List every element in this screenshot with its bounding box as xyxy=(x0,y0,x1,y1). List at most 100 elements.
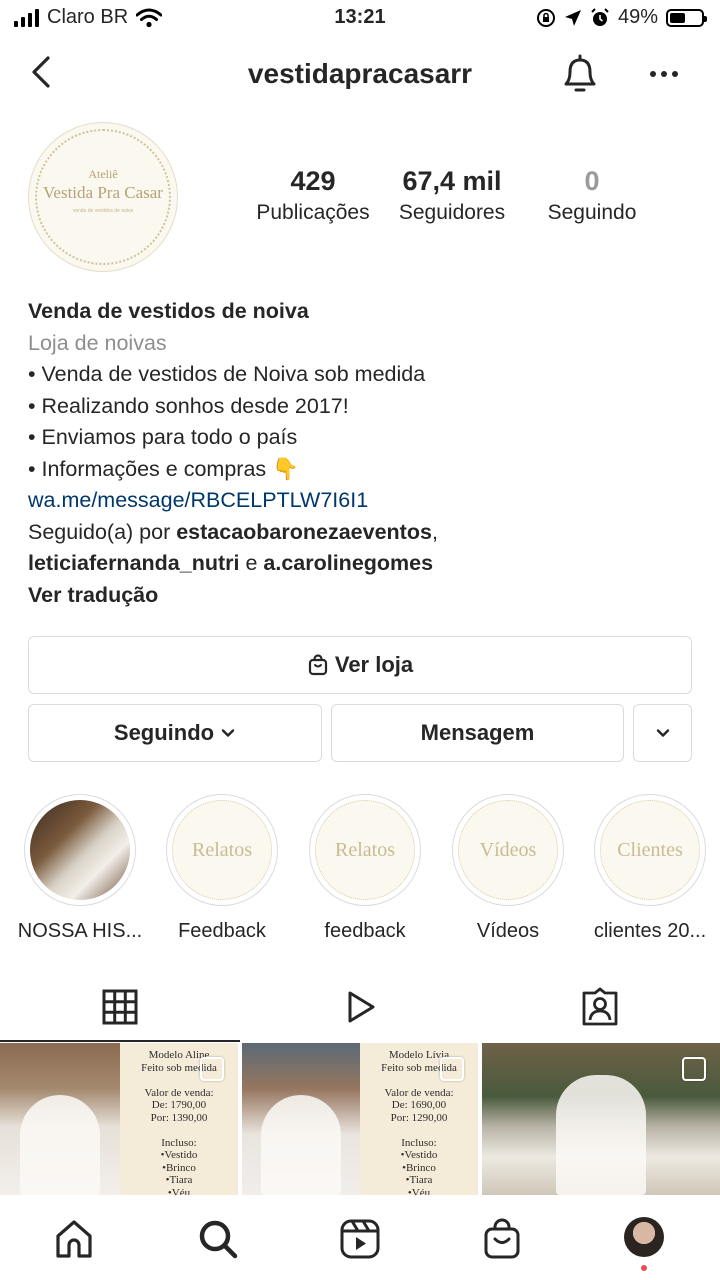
shopping-bag-icon xyxy=(484,1218,520,1259)
more-options-icon[interactable] xyxy=(644,54,684,94)
profile-avatar[interactable]: Ateliê Vestida Pra Casar venda de vestid… xyxy=(28,122,178,272)
carousel-icon xyxy=(682,1057,706,1081)
message-button[interactable]: Mensagem xyxy=(331,704,624,762)
nav-home[interactable] xyxy=(50,1215,98,1263)
highlight-cover-text: Clientes xyxy=(600,800,700,900)
stat-followers-value: 67,4 mil xyxy=(402,166,502,196)
bio-category: Loja de noivas xyxy=(28,330,167,355)
bio-name: Venda de vestidos de noiva xyxy=(28,299,309,323)
stat-following-label: Seguindo xyxy=(547,201,637,224)
reels-icon xyxy=(340,1219,380,1259)
play-icon xyxy=(348,991,375,1023)
profile-bio: Venda de vestidos de noiva Loja de noiva… xyxy=(28,296,698,611)
dress-photo xyxy=(20,1095,100,1195)
highlight-item[interactable]: Relatos Feedback xyxy=(152,794,292,943)
story-highlights: NOSSA HIS... Relatos Feedback Relatos fe… xyxy=(0,794,720,944)
carousel-icon xyxy=(200,1057,224,1081)
notification-bell-icon[interactable] xyxy=(558,50,602,98)
bio-line: • Enviamos para todo o país xyxy=(28,425,298,449)
battery-icon xyxy=(666,8,707,27)
posts-grid: Modelo Aline Feito sob medida Valor de v… xyxy=(0,1043,720,1195)
dress-photo xyxy=(556,1075,646,1195)
following-button[interactable]: Seguindo xyxy=(28,704,322,762)
tab-tagged[interactable] xyxy=(480,972,720,1042)
bio-line: • Informações e compras 👇 xyxy=(28,456,299,481)
highlight-label: Vídeos xyxy=(476,920,540,942)
bio-link[interactable]: wa.me/message/RBCELPTLW7I6I1 xyxy=(28,485,698,517)
stat-following[interactable]: 0 Seguindo xyxy=(528,166,656,225)
search-icon xyxy=(199,1220,238,1259)
post-thumbnail[interactable] xyxy=(0,1043,120,1195)
stat-posts-label: Publicações xyxy=(256,201,370,224)
post-thumbnail[interactable] xyxy=(242,1043,360,1195)
highlight-item[interactable]: Relatos feedback xyxy=(295,794,435,943)
home-icon xyxy=(56,1220,92,1258)
battery-percent: 49% xyxy=(617,6,658,28)
battery-fill xyxy=(670,12,685,23)
highlight-label: Feedback xyxy=(178,920,266,942)
avatar-sub-text: venda de vestidos de noiva xyxy=(72,208,134,214)
nav-search[interactable] xyxy=(194,1215,242,1263)
post-thumbnail[interactable] xyxy=(482,1043,720,1195)
followed-by-line: Seguido(a) por estacaobaronezaeventos, xyxy=(28,517,698,549)
highlight-cover: Relatos xyxy=(166,794,278,906)
post-thumbnail[interactable]: Modelo Lívia Feito sob medida Valor de v… xyxy=(360,1043,478,1195)
profile-username: vestidapracasarr xyxy=(247,58,473,89)
profile-tabs xyxy=(0,972,720,1042)
highlight-item[interactable]: NOSSA HIS... xyxy=(10,794,150,943)
nav-reels[interactable] xyxy=(336,1215,384,1263)
tagged-user-icon xyxy=(582,987,618,1026)
stat-following-value: 0 xyxy=(584,166,600,196)
follower-and: e xyxy=(239,551,264,575)
follower-separator: , xyxy=(431,519,438,544)
follower-link[interactable]: leticiafernanda_nutri xyxy=(28,551,239,575)
highlight-cover: Relatos xyxy=(309,794,421,906)
alarm-icon xyxy=(591,7,609,26)
followed-by-prefix: Seguido(a) por xyxy=(28,519,177,544)
status-bar: Claro BR 13:21 49% xyxy=(0,0,720,38)
highlight-label: NOSSA HIS... xyxy=(17,920,143,942)
avatar-small-text: Ateliê xyxy=(88,167,118,181)
highlight-photo xyxy=(30,800,130,900)
shopping-bag-icon xyxy=(308,654,327,676)
highlight-cover: Vídeos xyxy=(452,794,564,906)
dress-photo xyxy=(261,1095,341,1195)
highlight-cover-text: Relatos xyxy=(315,800,415,900)
stat-posts-value: 429 xyxy=(290,166,336,196)
view-shop-label: Ver loja xyxy=(334,652,414,677)
stat-followers-label: Seguidores xyxy=(398,201,506,224)
follower-link[interactable]: estacaobaronezaeventos xyxy=(176,520,432,544)
nav-profile-avatar[interactable] xyxy=(624,1217,664,1257)
highlight-cover xyxy=(24,794,136,906)
tab-posts-grid[interactable] xyxy=(0,972,240,1042)
highlight-item[interactable]: Vídeos Vídeos xyxy=(438,794,578,943)
notification-dot xyxy=(641,1265,647,1271)
follower-link[interactable]: a.carolinegomes xyxy=(263,551,433,575)
nav-shop[interactable] xyxy=(478,1215,526,1263)
profile-header: vestidapracasarr xyxy=(0,42,720,104)
grid-icon xyxy=(102,989,138,1025)
bio-line: • Venda de vestidos de Noiva sob medida xyxy=(28,362,426,386)
highlight-cover: Clientes xyxy=(594,794,706,906)
avatar-title-text: Vestida Pra Casar xyxy=(43,183,163,202)
following-label: Seguindo xyxy=(113,720,215,745)
highlight-item[interactable]: Clientes clientes 20... xyxy=(580,794,720,943)
tab-reels[interactable] xyxy=(240,972,480,1042)
chevron-down-icon xyxy=(221,729,235,737)
profile-stats: 429 Publicações 67,4 mil Seguidores 0 Se… xyxy=(246,166,666,230)
chevron-down-icon xyxy=(656,729,669,737)
highlight-label: clientes 20... xyxy=(593,920,707,942)
followed-by-line-2: leticiafernanda_nutri e a.carolinegomes xyxy=(28,548,698,580)
translate-link[interactable]: Ver tradução xyxy=(28,580,698,612)
bio-line: • Realizando sonhos desde 2017! xyxy=(28,393,349,418)
highlight-cover-text: Vídeos xyxy=(458,800,558,900)
suggested-accounts-button[interactable] xyxy=(633,704,692,762)
view-shop-button[interactable]: Ver loja xyxy=(28,636,692,694)
post-thumbnail[interactable]: Modelo Aline Feito sob medida Valor de v… xyxy=(120,1043,238,1195)
location-icon xyxy=(564,9,581,26)
rotation-lock-icon xyxy=(536,8,555,27)
stat-followers[interactable]: 67,4 mil Seguidores xyxy=(386,166,518,225)
stat-posts[interactable]: 429 Publicações xyxy=(246,166,380,225)
status-right: 49% xyxy=(536,6,707,29)
bottom-navigation xyxy=(0,1195,720,1280)
